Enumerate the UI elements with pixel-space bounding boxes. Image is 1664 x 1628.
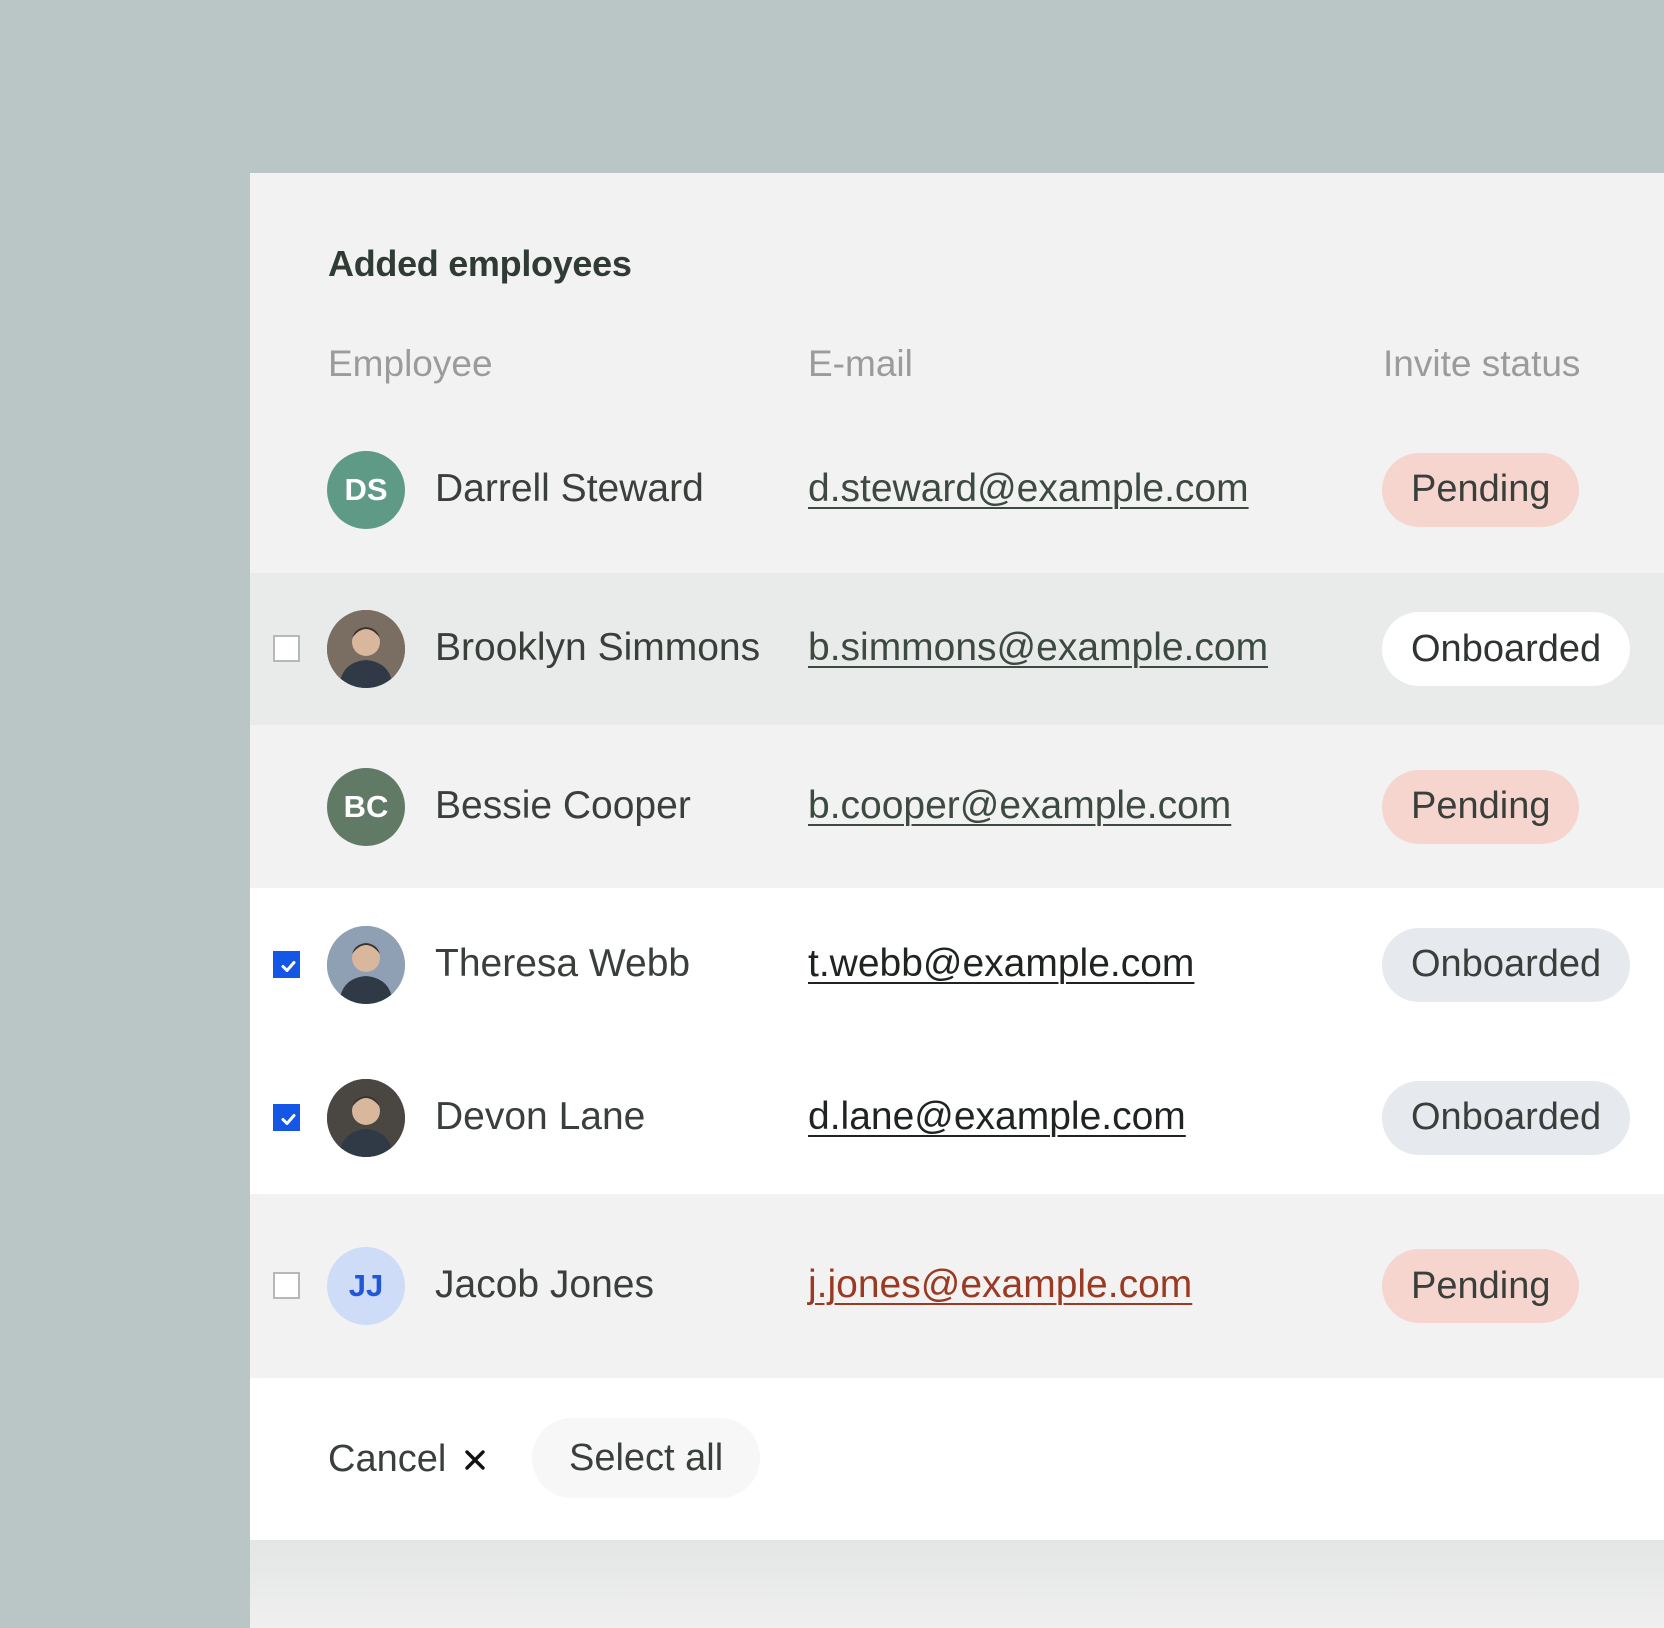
employee-email-link[interactable]: t.webb@example.com <box>808 942 1194 986</box>
select-all-button[interactable]: Select all <box>532 1418 761 1498</box>
avatar: BC <box>327 767 405 846</box>
row-checkbox[interactable] <box>273 635 300 662</box>
employee-email-link[interactable]: d.lane@example.com <box>808 1095 1186 1139</box>
status-badge: Onboarded <box>1382 927 1631 1002</box>
employee-name: Brooklyn Simmons <box>435 626 761 669</box>
status-badge: Pending <box>1382 452 1580 527</box>
employee-email-link[interactable]: b.cooper@example.com <box>808 784 1231 828</box>
cancel-button[interactable]: Cancel <box>328 1438 486 1481</box>
check-icon <box>281 1113 296 1125</box>
table-row[interactable]: Devon Lane d.lane@example.com Onboarded <box>250 1041 1664 1194</box>
status-badge: Onboarded <box>1382 1080 1631 1155</box>
person-photo-icon <box>327 1078 405 1157</box>
table-row[interactable]: BC Bessie Cooper b.cooper@example.com Pendi… <box>250 725 1664 888</box>
column-header-email: E-mail <box>808 343 913 384</box>
employee-email-link[interactable]: d.steward@example.com <box>808 467 1249 511</box>
employee-name: Darrell Steward <box>435 466 704 510</box>
avatar <box>327 1078 405 1157</box>
column-header-status: Invite status <box>1383 343 1581 384</box>
page-title: Added employees <box>328 243 632 284</box>
row-checkbox[interactable] <box>273 1272 300 1299</box>
close-icon <box>465 1449 485 1470</box>
avatar <box>327 610 405 688</box>
employee-name: Theresa Webb <box>435 941 691 985</box>
table-row[interactable]: Theresa Webb t.webb@example.com Onboarded <box>250 888 1664 1041</box>
cancel-label: Cancel <box>328 1438 447 1480</box>
table-row[interactable]: DS Darrell Steward d.steward@example.com Pe… <box>250 406 1664 573</box>
avatar-initials: JJ <box>348 1268 384 1303</box>
avatar: DS <box>327 450 405 529</box>
status-badge: Pending <box>1382 769 1580 844</box>
employee-name: Devon Lane <box>435 1094 646 1138</box>
person-photo-icon <box>327 610 405 688</box>
employee-name: Bessie Cooper <box>435 783 691 827</box>
row-checkbox[interactable] <box>273 1103 300 1131</box>
employee-name: Jacob Jones <box>435 1263 654 1306</box>
status-badge: Pending <box>1382 1249 1580 1323</box>
table-row[interactable]: Brooklyn Simmons b.simmons@example.com Onb… <box>250 573 1664 725</box>
check-icon <box>281 960 296 972</box>
avatar-initials: DS <box>344 471 388 507</box>
row-checkbox[interactable] <box>273 950 300 978</box>
footer-bar: Cancel Select all <box>250 1378 1664 1540</box>
avatar: JJ <box>327 1247 405 1325</box>
panel-bottom-area <box>250 1540 1664 1628</box>
employee-email-link[interactable]: j.jones@example.com <box>808 1263 1192 1307</box>
select-all-label: Select all <box>569 1436 724 1479</box>
table-row[interactable]: JJ Jacob Jones j.jones@example.com Pending <box>250 1194 1664 1378</box>
column-header-employee: Employee <box>328 343 493 384</box>
person-photo-icon <box>327 925 405 1004</box>
employee-email-link[interactable]: b.simmons@example.com <box>808 626 1268 670</box>
avatar-initials: BC <box>343 788 389 824</box>
avatar <box>327 925 405 1004</box>
employees-panel: Added employees Employee E-mail Invite s… <box>250 173 1664 1628</box>
status-badge: Onboarded <box>1382 612 1631 686</box>
